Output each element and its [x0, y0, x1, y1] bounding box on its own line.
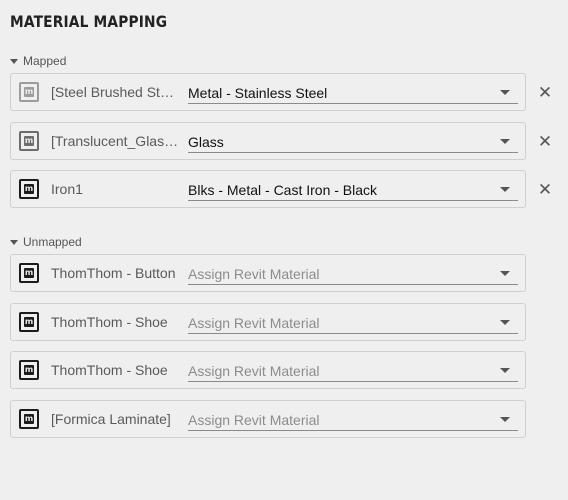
revit-material-dropdown[interactable]: Metal - Stainless Steel — [188, 84, 518, 104]
revit-material-dropdown[interactable]: Assign Revit Material — [188, 411, 518, 431]
material-icon: m — [19, 409, 39, 429]
material-name: [Steel Brushed Stainless] — [51, 84, 179, 100]
material-name: ThomThom - Shoe — [51, 314, 168, 330]
material-icon: m — [19, 82, 39, 102]
unmapped-row: m ThomThom - Shoe Assign Revit Material — [10, 303, 526, 341]
unmapped-row: m [Formica Laminate] Assign Revit Materi… — [10, 400, 526, 438]
dropdown-value: Metal - Stainless Steel — [188, 85, 328, 101]
mapped-row: m [Steel Brushed Stainless] Metal - Stai… — [10, 73, 526, 111]
mapped-row: m [Translucent_Glass_Gray] Glass — [10, 122, 526, 160]
caret-down-icon — [10, 240, 18, 245]
revit-material-dropdown[interactable]: Glass — [188, 133, 518, 153]
mapped-section-toggle[interactable]: Mapped — [10, 54, 66, 68]
material-name: ThomThom - Shoe — [51, 362, 168, 378]
unmapped-row: m ThomThom - Shoe Assign Revit Material — [10, 351, 526, 389]
panel-title: MATERIAL MAPPING — [10, 12, 168, 31]
material-name: [Translucent_Glass_Gray] — [51, 133, 179, 149]
chevron-down-icon — [500, 90, 510, 95]
chevron-down-icon — [500, 368, 510, 373]
chevron-down-icon — [500, 187, 510, 192]
chevron-down-icon — [500, 417, 510, 422]
material-name: Iron1 — [51, 181, 83, 197]
chevron-down-icon — [500, 320, 510, 325]
dropdown-value: Blks - Metal - Cast Iron - Black — [188, 182, 378, 198]
chevron-down-icon — [500, 271, 510, 276]
mapped-section-label: Mapped — [23, 54, 67, 68]
revit-material-dropdown[interactable]: Assign Revit Material — [188, 314, 518, 334]
close-icon[interactable]: ✕ — [537, 182, 553, 199]
material-icon: m — [19, 131, 39, 151]
dropdown-placeholder: Assign Revit Material — [188, 315, 320, 331]
material-name: ThomThom - Button — [51, 265, 176, 281]
revit-material-dropdown[interactable]: Assign Revit Material — [188, 362, 518, 382]
dropdown-placeholder: Assign Revit Material — [188, 412, 320, 428]
close-icon[interactable]: ✕ — [537, 85, 553, 102]
unmapped-section-toggle[interactable]: Unmapped — [10, 235, 82, 249]
revit-material-dropdown[interactable]: Assign Revit Material — [188, 265, 518, 285]
material-icon: m — [19, 263, 39, 283]
material-icon: m — [19, 179, 39, 199]
chevron-down-icon — [500, 139, 510, 144]
dropdown-value: Glass — [188, 134, 224, 150]
unmapped-row: m ThomThom - Button Assign Revit Materia… — [10, 254, 526, 292]
material-icon: m — [19, 312, 39, 332]
close-icon[interactable]: ✕ — [537, 134, 553, 151]
dropdown-placeholder: Assign Revit Material — [188, 266, 320, 282]
caret-down-icon — [10, 59, 18, 64]
material-name: [Formica Laminate] — [51, 411, 171, 427]
revit-material-dropdown[interactable]: Blks - Metal - Cast Iron - Black — [188, 181, 518, 201]
material-icon: m — [19, 360, 39, 380]
mapped-row: m Iron1 Blks - Metal - Cast Iron - Black — [10, 170, 526, 208]
unmapped-section-label: Unmapped — [23, 235, 82, 249]
dropdown-placeholder: Assign Revit Material — [188, 363, 320, 379]
